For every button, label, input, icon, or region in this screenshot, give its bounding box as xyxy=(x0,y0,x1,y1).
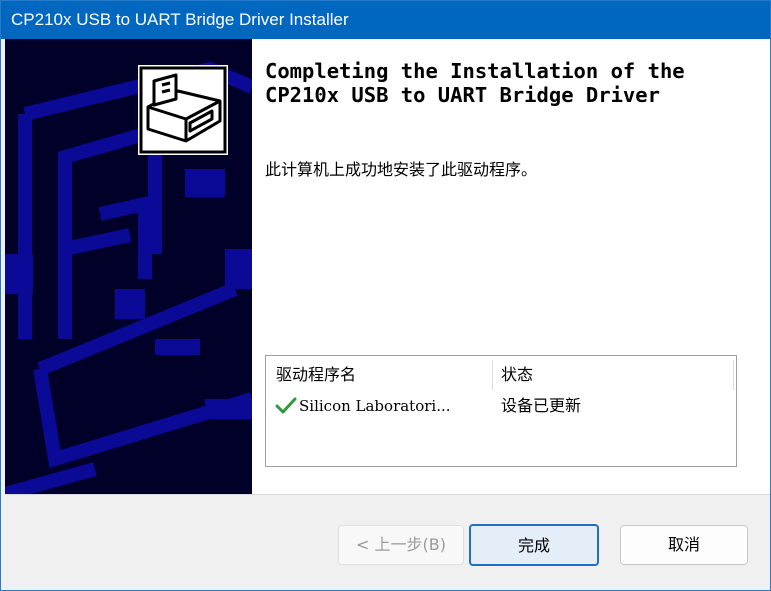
column-separator[interactable] xyxy=(492,360,493,390)
column-header-driver-name[interactable]: 驱动程序名 xyxy=(276,365,356,385)
driver-name-cell: Silicon Laboratori... xyxy=(299,397,451,415)
list-header: 驱动程序名 状态 xyxy=(266,356,736,392)
wizard-side-banner xyxy=(5,39,252,494)
success-message: 此计算机上成功地安装了此驱动程序。 xyxy=(265,160,538,179)
title-bar[interactable]: CP210x USB to UART Bridge Driver Install… xyxy=(1,1,770,39)
driver-status-cell: 设备已更新 xyxy=(501,396,582,415)
back-button[interactable]: < 上一步(B) xyxy=(338,525,464,565)
driver-list[interactable]: 驱动程序名 状态 Silicon Laboratori... 设备已更新 xyxy=(265,355,737,467)
completion-heading: Completing the Installation of the CP210… xyxy=(265,59,685,107)
heading-line-2: CP210x USB to UART Bridge Driver xyxy=(265,83,660,107)
column-header-status[interactable]: 状态 xyxy=(501,365,533,385)
green-check-icon xyxy=(275,397,297,419)
finish-button[interactable]: 完成 xyxy=(469,524,599,566)
wizard-content: Completing the Installation of the CP210… xyxy=(252,39,770,494)
cancel-button[interactable]: 取消 xyxy=(620,525,748,565)
installer-window: CP210x USB to UART Bridge Driver Install… xyxy=(0,0,771,591)
list-item[interactable]: Silicon Laboratori... 设备已更新 xyxy=(266,394,736,420)
hardware-box-icon xyxy=(138,65,228,155)
window-title: CP210x USB to UART Bridge Driver Install… xyxy=(11,10,349,29)
button-bar: < 上一步(B) 完成 取消 xyxy=(5,495,770,590)
heading-line-1: Completing the Installation of the xyxy=(265,59,685,83)
column-separator[interactable] xyxy=(733,360,734,390)
